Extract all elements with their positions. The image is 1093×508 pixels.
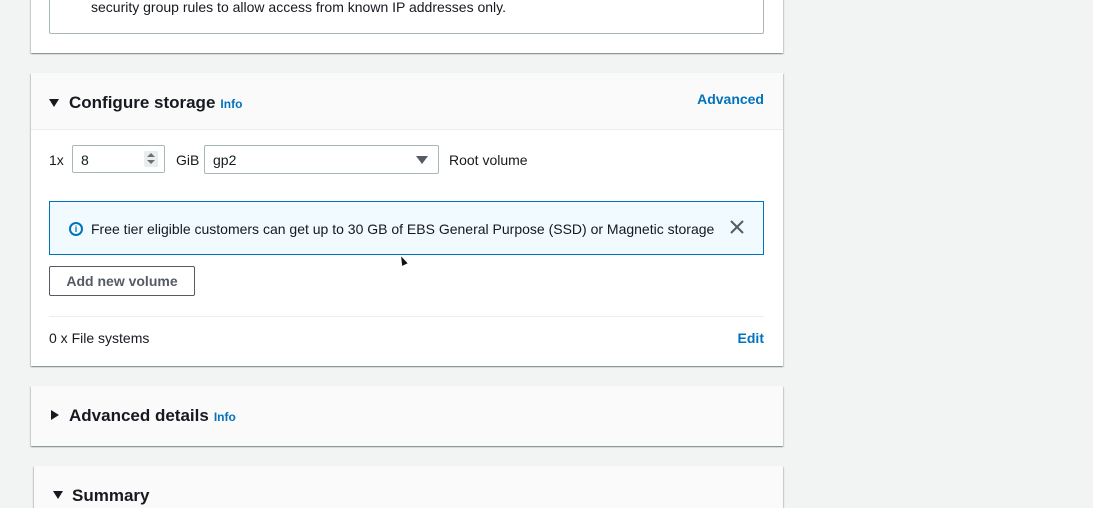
- free-tier-alert: i Free tier eligible customers can get u…: [49, 201, 764, 255]
- edit-file-systems-link[interactable]: Edit: [738, 330, 764, 346]
- configure-storage-info-link[interactable]: Info: [220, 97, 242, 111]
- advanced-details-info-link[interactable]: Info: [214, 410, 236, 424]
- advanced-details-panel[interactable]: Advanced details Info: [31, 386, 783, 446]
- dropdown-arrow-icon[interactable]: [416, 156, 428, 164]
- configure-storage-header[interactable]: Configure storage Info Advanced: [31, 73, 783, 130]
- page: security group rules to allow access fro…: [0, 0, 1093, 508]
- summary-panel[interactable]: Summary: [34, 466, 783, 508]
- free-tier-alert-text: Free tier eligible customers can get up …: [91, 221, 715, 237]
- volume-size-value: 8: [81, 152, 89, 168]
- advanced-link[interactable]: Advanced: [697, 91, 764, 107]
- volume-type-value: gp2: [213, 152, 237, 168]
- configure-storage-panel: Configure storage Info Advanced 1x 8 GiB …: [31, 73, 783, 366]
- close-icon[interactable]: [729, 219, 745, 235]
- volume-unit-label: GiB: [176, 152, 200, 168]
- volume-count-label: 1x: [49, 152, 64, 168]
- configure-storage-title: Configure storage Info: [69, 93, 242, 113]
- caret-down-icon[interactable]: [49, 99, 59, 107]
- network-settings-panel: security group rules to allow access fro…: [31, 0, 783, 53]
- summary-title: Summary: [72, 486, 150, 505]
- stepper-up-icon[interactable]: [147, 153, 155, 157]
- file-systems-label: 0 x File systems: [49, 330, 150, 346]
- volume-size-input[interactable]: 8: [72, 145, 165, 173]
- divider: [49, 316, 764, 317]
- caret-right-icon[interactable]: [51, 410, 59, 420]
- volume-type-select[interactable]: gp2: [204, 145, 439, 174]
- advanced-details-title: Advanced details Info: [69, 406, 236, 426]
- root-volume-label: Root volume: [449, 152, 528, 168]
- number-stepper-icon[interactable]: [144, 151, 158, 167]
- configure-storage-title-text: Configure storage: [69, 93, 216, 112]
- stepper-down-icon[interactable]: [147, 160, 155, 164]
- add-new-volume-button[interactable]: Add new volume: [49, 266, 195, 296]
- caret-down-icon[interactable]: [53, 491, 63, 499]
- advanced-details-title-text: Advanced details: [69, 406, 209, 425]
- security-group-notice-text: security group rules to allow access fro…: [91, 0, 507, 15]
- info-circle-icon: i: [69, 222, 83, 236]
